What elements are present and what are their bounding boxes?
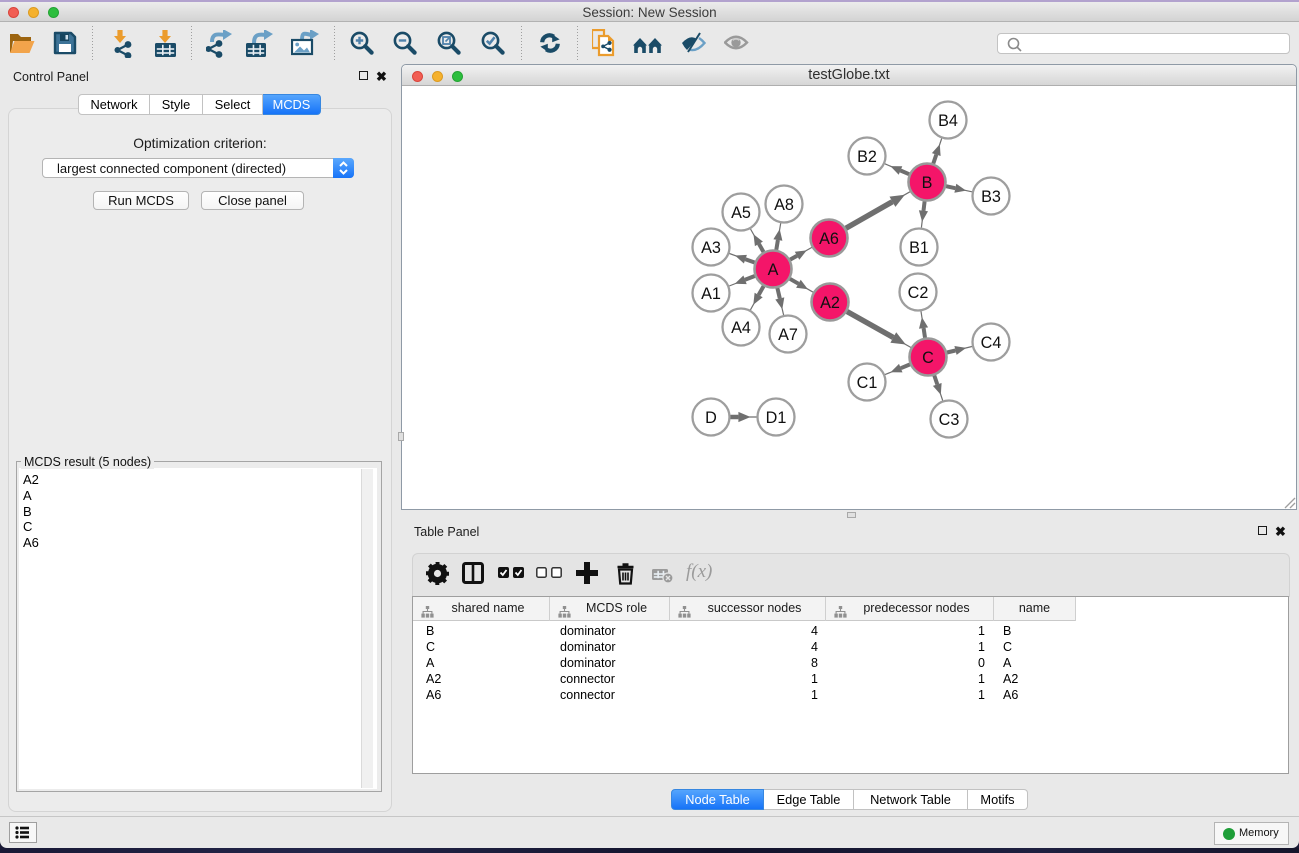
svg-text:C2: C2 (908, 284, 929, 302)
svg-text:A7: A7 (778, 326, 798, 344)
svg-text:C1: C1 (857, 374, 878, 392)
svg-text:A2: A2 (820, 294, 840, 312)
svg-text:A1: A1 (701, 285, 721, 303)
svg-text:B1: B1 (909, 239, 929, 257)
svg-text:B4: B4 (938, 112, 958, 130)
svg-text:D1: D1 (766, 409, 787, 427)
svg-text:A8: A8 (774, 196, 794, 214)
svg-text:A6: A6 (819, 230, 839, 248)
svg-text:D: D (705, 409, 717, 427)
svg-text:C3: C3 (939, 411, 960, 429)
svg-text:C: C (922, 349, 934, 367)
svg-text:A3: A3 (701, 239, 721, 257)
svg-text:A: A (768, 261, 779, 279)
svg-text:B3: B3 (981, 188, 1001, 206)
svg-text:B: B (922, 174, 933, 192)
svg-text:A5: A5 (731, 204, 751, 222)
svg-text:C4: C4 (981, 334, 1002, 352)
svg-text:A4: A4 (731, 319, 751, 337)
svg-text:B2: B2 (857, 148, 877, 166)
